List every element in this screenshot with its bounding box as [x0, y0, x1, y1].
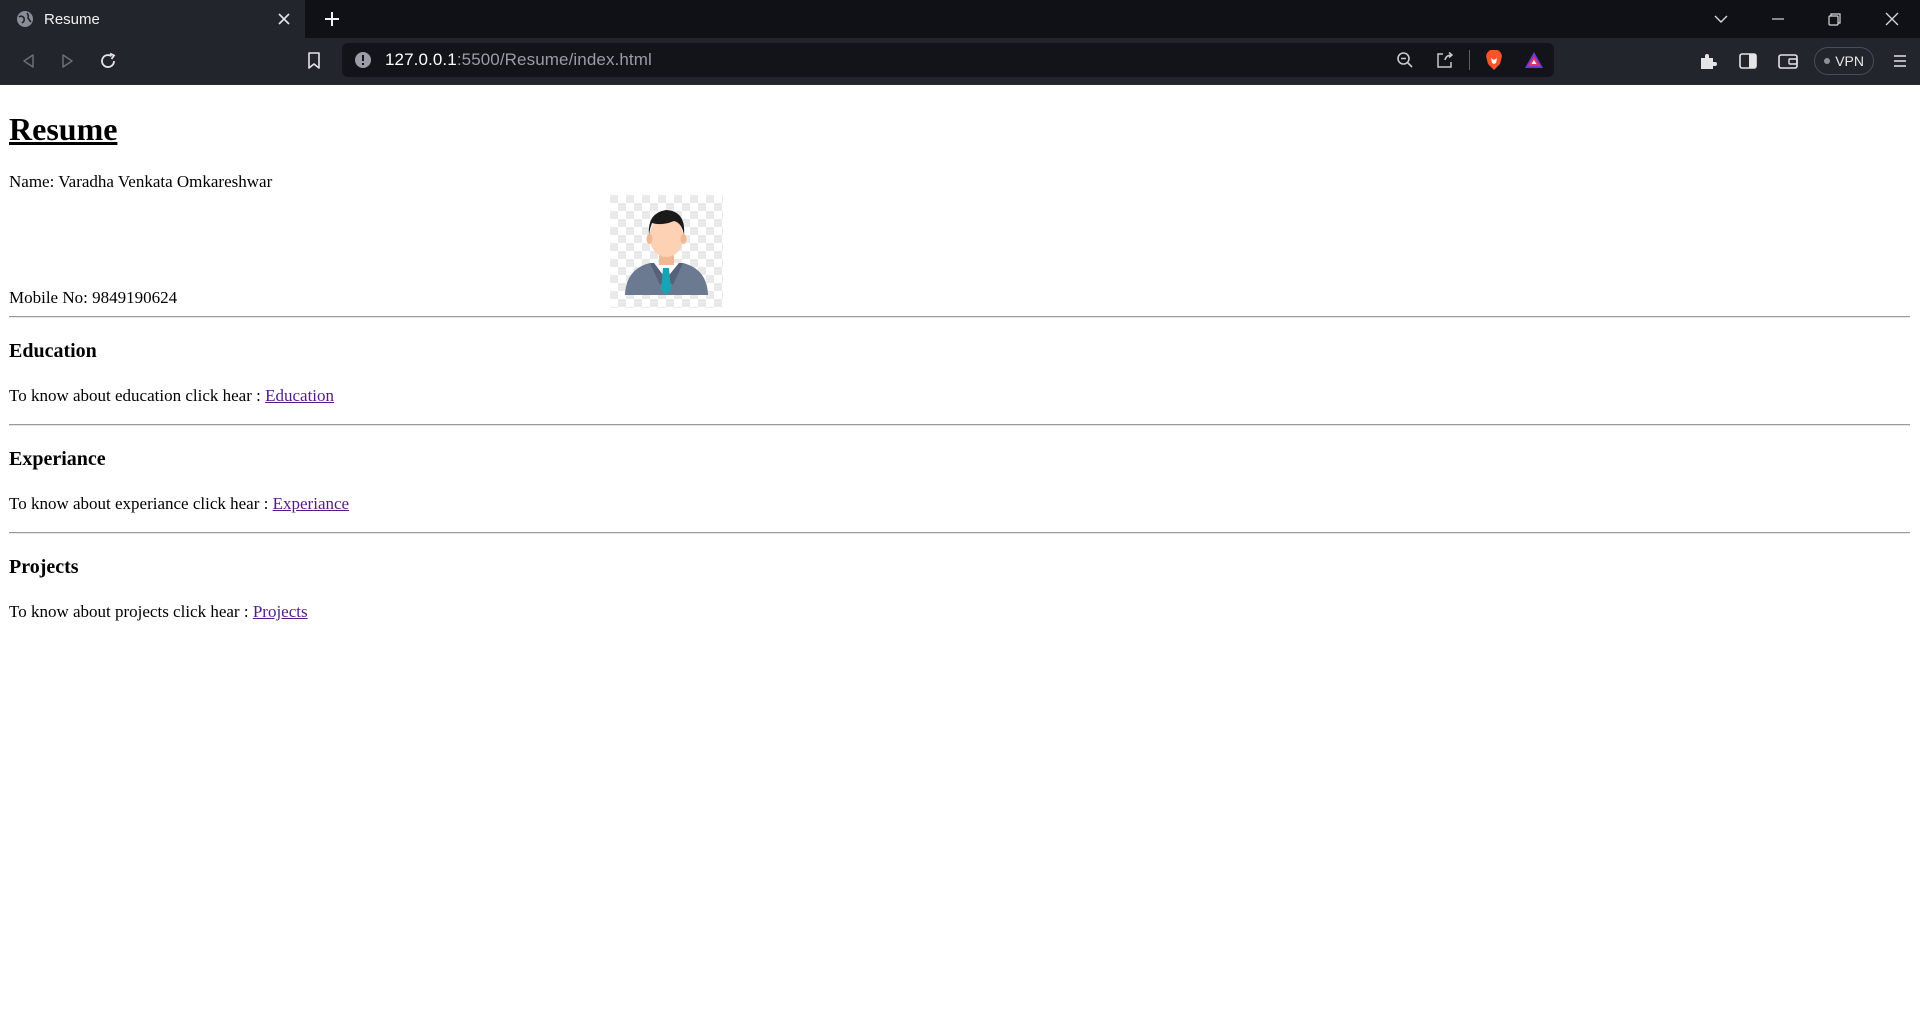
vpn-label: VPN	[1835, 53, 1864, 69]
close-tab-icon[interactable]	[273, 8, 295, 30]
education-prompt: To know about education click hear :	[9, 385, 266, 405]
tab-title: Resume	[44, 10, 100, 28]
mobile-line: Mobile No: 9849190624	[9, 287, 178, 307]
url-text[interactable]: 127.0.0.1:5500/Resume/index.html	[385, 50, 652, 70]
experiance-heading: Experiance	[9, 447, 106, 470]
minimize-icon[interactable]	[1749, 0, 1806, 38]
address-bar-actions	[1385, 43, 1554, 77]
brave-rewards-icon[interactable]	[1514, 43, 1554, 77]
share-icon[interactable]	[1425, 43, 1465, 77]
zoom-out-icon[interactable]	[1385, 43, 1425, 77]
menu-hamburger-icon[interactable]	[1880, 38, 1920, 84]
divider-rule	[9, 531, 1910, 534]
back-icon[interactable]	[16, 49, 40, 73]
url-host: 127.0.0.1	[385, 50, 457, 69]
education-link[interactable]: Education	[265, 386, 334, 405]
sidebar-toggle-icon[interactable]	[1728, 38, 1768, 84]
address-bar[interactable]: 127.0.0.1:5500/Resume/index.html	[342, 43, 1554, 77]
page-content: Resume Name: Varadha Venkata Omkareshwar	[0, 111, 1920, 622]
vpn-status-dot	[1824, 58, 1831, 64]
experiance-text: To know about experiance click hear : Ex…	[9, 494, 1910, 514]
projects-heading: Projects	[9, 555, 79, 578]
experiance-link[interactable]: Experiance	[273, 494, 349, 513]
projects-text: To know about projects click hear : Proj…	[9, 602, 1910, 622]
url-path: :5500/Resume/index.html	[456, 50, 652, 69]
experiance-prompt: To know about experiance click hear :	[9, 493, 273, 513]
tab-search-chevron-icon[interactable]	[1692, 0, 1749, 38]
divider-rule	[9, 423, 1910, 426]
window-controls	[1692, 0, 1920, 38]
businessman-avatar-icon	[610, 194, 723, 308]
page-title: Resume	[9, 111, 118, 147]
forward-icon[interactable]	[56, 49, 80, 73]
education-heading: Education	[9, 339, 97, 362]
browser-tab-resume[interactable]: Resume	[0, 0, 305, 38]
divider	[1469, 50, 1470, 70]
restore-icon[interactable]	[1806, 0, 1863, 38]
projects-link[interactable]: Projects	[253, 602, 308, 621]
education-text: To know about education click hear : Edu…	[9, 386, 1910, 406]
globe-icon	[16, 10, 34, 28]
brave-shields-icon[interactable]	[1474, 43, 1514, 77]
bookmark-icon[interactable]	[302, 49, 326, 73]
photo-row: Mobile No: 9849190624	[9, 192, 1910, 308]
site-info-icon[interactable]	[353, 50, 373, 70]
toolbar-right-tools: VPN	[1688, 38, 1920, 84]
close-window-icon[interactable]	[1863, 0, 1920, 38]
divider-rule	[9, 315, 1910, 318]
new-tab-icon[interactable]	[320, 7, 344, 31]
reload-icon[interactable]	[96, 49, 120, 73]
wallet-icon[interactable]	[1768, 38, 1808, 84]
projects-prompt: To know about projects click hear :	[9, 601, 253, 621]
browser-toolbar: 127.0.0.1:5500/Resume/index.html VPN	[0, 38, 1920, 85]
name-line: Name: Varadha Venkata Omkareshwar	[9, 171, 273, 191]
vpn-button[interactable]: VPN	[1814, 47, 1874, 75]
browser-tab-strip: Resume	[0, 0, 1920, 38]
extensions-puzzle-icon[interactable]	[1688, 38, 1728, 84]
